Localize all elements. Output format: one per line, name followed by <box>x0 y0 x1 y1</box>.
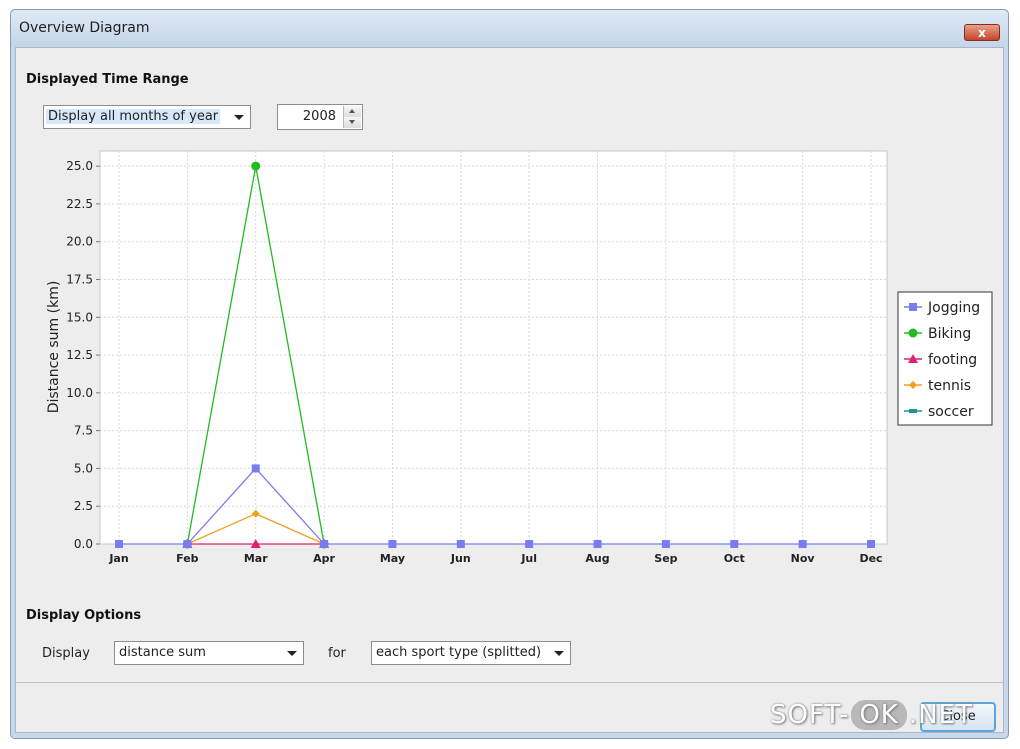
legend-marker-biking <box>908 328 918 338</box>
x-tick-label: Aug <box>585 552 609 565</box>
plot-area <box>99 150 888 545</box>
y-tick-label: 15.0 <box>66 310 93 324</box>
data-point-jogging <box>388 540 397 548</box>
data-point-jogging <box>867 540 875 548</box>
x-tick-label: Oct <box>724 552 745 565</box>
x-tick-label: Jul <box>520 552 537 565</box>
legend-label-soccer: soccer <box>928 404 974 420</box>
y-axis-label: Distance sum (km) <box>46 281 62 414</box>
legend-label-biking: Biking <box>928 326 971 342</box>
legend-marker-soccer <box>909 409 917 413</box>
chart-legend: Jogging Biking footing tennis soccer <box>897 291 993 426</box>
x-tick-label: Sep <box>654 552 677 565</box>
watermark-left: SOFT- <box>770 700 850 730</box>
data-point-biking <box>251 161 261 171</box>
x-tick-label: Jun <box>450 552 471 565</box>
y-tick-label: 2.5 <box>74 499 93 513</box>
data-point-jogging <box>730 540 739 548</box>
y-tick-label: 17.5 <box>66 272 93 286</box>
y-tick-label: 20.0 <box>66 235 93 249</box>
legend-label-footing: footing <box>928 352 977 368</box>
data-point-jogging <box>661 540 670 548</box>
x-tick-label: Feb <box>176 552 199 565</box>
y-tick-label: 22.5 <box>66 197 93 211</box>
data-point-jogging <box>115 540 123 548</box>
watermark: SOFT- OK .NET <box>770 700 973 730</box>
legend-marker-jogging <box>909 303 917 311</box>
data-point-jogging <box>320 540 329 548</box>
overview-line-chart: 0.0 2.5 5.0 7.5 10.0 12.5 15.0 17.5 20.0 22.5 25.0… <box>46 150 993 565</box>
y-tick-label: 10.0 <box>66 386 93 400</box>
y-tick-label: 12.5 <box>66 348 93 362</box>
legend-label-tennis: tennis <box>928 378 971 394</box>
y-tick-label: 25.0 <box>66 159 93 173</box>
data-point-jogging <box>798 540 807 548</box>
x-tick-label: Jan <box>108 552 128 565</box>
y-tick-label: 7.5 <box>74 424 93 438</box>
watermark-right: .NET <box>908 700 973 730</box>
x-tick-label: Apr <box>313 552 335 565</box>
legend-label-jogging: Jogging <box>927 300 980 316</box>
data-point-jogging <box>251 464 260 473</box>
data-point-jogging <box>183 540 192 548</box>
x-tick-label: May <box>380 552 405 565</box>
data-point-jogging <box>525 540 534 548</box>
y-tick-label: 5.0 <box>74 461 93 475</box>
y-tick-label: 0.0 <box>74 537 93 551</box>
x-tick-label: Dec <box>859 552 882 565</box>
x-tick-label: Mar <box>244 552 268 565</box>
data-point-jogging <box>456 540 465 548</box>
data-point-jogging <box>593 540 602 548</box>
watermark-pill: OK <box>851 700 907 730</box>
x-tick-label: Nov <box>791 552 816 565</box>
